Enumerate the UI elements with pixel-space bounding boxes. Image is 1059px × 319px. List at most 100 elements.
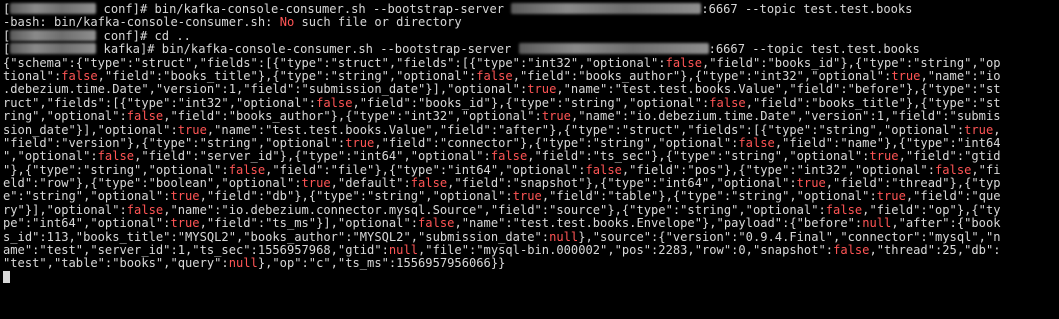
terminal-line: ","optional":false,"field":"server_id"},… — [3, 150, 1059, 163]
output-text: ,"field":"name"},{"type":"int64 — [774, 135, 1001, 150]
output-text: s_id":113,"books_title":"MYSQL2","books_… — [3, 229, 550, 244]
output-text: ,"field":"thread"},{"typ — [825, 176, 1001, 191]
output-text: "field":"version"},{"type":"string","opt… — [3, 135, 346, 150]
output-text: ,"name":"io.debezium.time.Date","version… — [570, 109, 1001, 124]
keyword-token: false — [126, 202, 164, 217]
output-text: ,"file":"mysql-bin.000002","pos":2283,"r… — [418, 243, 834, 258]
output-text: ry"}],"optional": — [3, 202, 127, 217]
output-text: ring","optional": — [3, 109, 127, 124]
output-text: e":"string","optional": — [3, 189, 171, 204]
output-text: conf]# bin/kafka-console-consumer.sh --b… — [96, 2, 512, 16]
output-text: ,"name":"test.test.books.Value","field":… — [206, 122, 965, 137]
output-text: such file or directory — [294, 15, 462, 30]
keyword-token: false — [228, 162, 266, 177]
terminal-line: tional":false,"field":"books_title"},{"t… — [3, 68, 1059, 83]
output-text: ,"field":"op"},{"ty — [862, 202, 1001, 217]
redacted-text — [511, 3, 702, 14]
keyword-token: true — [527, 82, 557, 97]
output-text: },"op":"c","ts_ms":1556957956066}} — [257, 256, 506, 271]
terminal-window[interactable]: [ conf]# bin/kafka-console-consumer.sh -… — [0, 0, 1059, 319]
redacted-text — [10, 3, 97, 14]
terminal-line: ry"}],"optional":false,"name":"io.debezi… — [3, 202, 1059, 217]
output-text: ,"fi — [971, 162, 1001, 177]
terminal-line: ring","optional":false,"field":"books_au… — [3, 109, 1059, 124]
output-text: ,"after":{"book — [891, 216, 1001, 231]
keyword-token: true — [345, 135, 375, 150]
output-text: ","optional": — [3, 149, 98, 164]
output-text: :6667 --topic test.test.books — [701, 2, 913, 16]
keyword-token: true — [541, 109, 571, 124]
output-text: eld":"row"},{"type":"boolean","optional"… — [3, 176, 302, 191]
output-text: [ — [3, 42, 11, 57]
output-text: ,"field":"db"},{"type":"string","optiona… — [199, 189, 513, 204]
keyword-token: false — [665, 55, 702, 70]
output-text: [ — [3, 28, 11, 43]
terminal-line: [ kafka]# bin/kafka-console-consumer.sh … — [3, 42, 1059, 57]
keyword-token: true — [891, 68, 921, 83]
keyword-token: null — [549, 229, 579, 244]
keyword-token: false — [833, 243, 870, 258]
output-text: ,"thread":25,"db": — [869, 243, 1001, 258]
output-text: :6667 --topic test.test.books — [708, 42, 920, 57]
keyword-token: false — [410, 176, 448, 191]
output-text: ,"field":"books_title"},{"type":"st — [745, 95, 1001, 110]
terminal-line: ruct","fields":[{"type":"int32","optiona… — [3, 95, 1059, 110]
output-text: ,"name":"io.debezium.connector.mysql.Sou… — [163, 202, 826, 217]
output-text: ,"field":"books_id"},{"type":"string","o… — [701, 55, 1001, 70]
output-text: ,"field":"books_author"},{"type":"int32"… — [512, 68, 892, 83]
keyword-token: false — [490, 149, 528, 164]
keyword-token: false — [97, 149, 135, 164]
output-text: ,"default": — [330, 176, 411, 191]
output-text: "},{"type":"string","optional": — [3, 162, 229, 177]
output-text: ,"field":"file"},{"type":"int64","option… — [265, 162, 586, 177]
keyword-token: true — [170, 216, 200, 231]
terminal-line: [ conf]# bin/kafka-console-consumer.sh -… — [3, 2, 1059, 16]
keyword-token: No — [279, 15, 295, 30]
terminal-line: "test","table":"books","query":null},"op… — [3, 257, 1059, 270]
output-text: sion_date"}],"optional": — [3, 122, 178, 137]
keyword-token: true — [301, 176, 331, 191]
terminal-line: pe":"int64","optional":true,"field":"ts_… — [3, 217, 1059, 230]
output-text: conf]# cd .. — [96, 28, 191, 43]
output-text: },"source":{"version":"0.9.4.Final","con… — [578, 229, 1001, 244]
redacted-text — [10, 43, 97, 55]
output-text: ,"field":"connector"},{"type":"string","… — [374, 135, 739, 150]
keyword-token: null — [388, 243, 419, 258]
output-text: ruct","fields":[{"type":"int32","optiona… — [3, 95, 317, 110]
cursor — [3, 270, 10, 283]
terminal-line: s_id":113,"books_title":"MYSQL2","books_… — [3, 229, 1059, 244]
redacted-text — [518, 43, 709, 55]
output-text: -bash: bin/kafka-console-consumer.sh: — [3, 15, 280, 30]
output-text: {"schema":{"type":"struct","fields":[{"t… — [3, 55, 666, 70]
output-text: ,"field":"ts_ms"}],"optional": — [199, 216, 419, 231]
output-text: ,"field":"table"},{"type":"string","opti… — [541, 189, 877, 204]
keyword-token: true — [512, 189, 542, 204]
terminal-line: "field":"version"},{"type":"string","opt… — [3, 135, 1059, 150]
keyword-token: true — [170, 189, 200, 204]
output-text: pe":"int64","optional": — [3, 216, 171, 231]
output-text: ,"field":"books_author"},{"type":"int32"… — [163, 109, 542, 124]
terminal-input-line[interactable] — [3, 270, 1059, 284]
keyword-token: null — [862, 216, 892, 231]
terminal-line: ame":"test","server_id":1,"ts_sec":15569… — [3, 243, 1059, 258]
output-text: ,"field":"ts_sec"},{"type":"string","opt… — [527, 149, 870, 164]
output-text: [ — [3, 2, 11, 16]
output-text: ,"field":"server_id"},{"type":"int64","o… — [134, 149, 491, 164]
keyword-token: false — [935, 162, 972, 177]
keyword-token: false — [418, 216, 455, 231]
terminal-line: eld":"row"},{"type":"boolean","optional"… — [3, 176, 1059, 191]
keyword-token: false — [825, 202, 863, 217]
output-text: ,"field":"books_title"},{"type":"string"… — [97, 68, 477, 83]
output-text: ame":"test","server_id":1,"ts_sec":15569… — [3, 243, 389, 258]
output-text: ,"field":"que — [905, 189, 1001, 204]
keyword-token: true — [869, 149, 899, 164]
keyword-token: false — [316, 95, 353, 110]
keyword-token: false — [709, 95, 746, 110]
keyword-token: false — [476, 68, 513, 83]
keyword-token: false — [126, 109, 164, 124]
keyword-token: false — [61, 68, 98, 83]
keyword-token: true — [796, 176, 826, 191]
terminal-line: {"schema":{"type":"struct","fields":[{"t… — [3, 55, 1059, 70]
keyword-token: true — [964, 122, 994, 137]
terminal-line: .debezium.time.Date","version":1,"field"… — [3, 83, 1059, 96]
